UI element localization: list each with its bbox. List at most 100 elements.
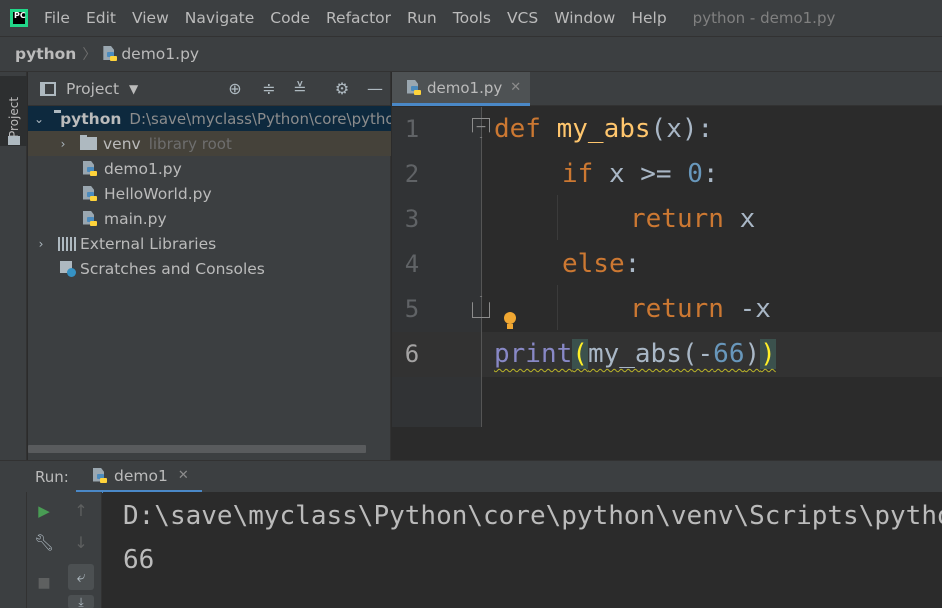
code-line-6: print(my_abs(-66)) [494,332,776,377]
python-file-icon [82,185,97,202]
run-console-output[interactable]: D:\save\myclass\Python\core\python\venv\… [103,492,942,608]
menu-code[interactable]: Code [262,9,318,27]
menu-help[interactable]: Help [623,9,674,27]
menu-view[interactable]: View [124,9,177,27]
console-line: 66 [123,545,155,575]
menu-navigate[interactable]: Navigate [177,9,263,27]
tree-item-scratches[interactable]: Scratches and Consoles [28,256,391,281]
line-number: 4 [404,250,420,278]
code-token-keyword: def [494,114,541,144]
wrench-icon[interactable]: 🔧︎ [33,532,55,554]
code-token-number: 66 [713,339,745,369]
tree-item-file[interactable]: main.py [28,206,391,231]
tree-file-label: main.py [104,209,167,228]
code-token-keyword: else [562,249,625,279]
chevron-down-icon[interactable]: ▼ [129,82,138,96]
minimize-icon[interactable]: — [366,80,384,98]
python-file-icon [82,160,97,177]
breadcrumb-project[interactable]: python [15,45,76,63]
menu-bar: PC File Edit View Navigate Code Refactor… [0,0,942,36]
menu-edit[interactable]: Edit [78,9,124,27]
tab-run-demo1[interactable]: demo1 ✕ [76,461,202,493]
close-icon[interactable]: ✕ [510,80,521,95]
up-arrow-icon[interactable]: ↑ [70,500,92,522]
tree-file-label: HelloWorld.py [104,184,212,203]
code-token-brace: ( [572,339,588,369]
code-token-function: my_abs [556,114,651,144]
line-number: 6 [404,340,420,368]
python-file-icon [92,467,107,484]
code-token-builtin: print [494,339,573,369]
left-tool-strip: Project [0,72,27,460]
editor-tab-label: demo1.py [427,78,503,97]
stop-icon[interactable]: ■ [33,572,55,594]
tree-item-root[interactable]: ⌄ python D:\save\myclass\Python\core\pyt… [28,106,391,131]
line-number: 5 [404,295,420,323]
libraries-icon [58,236,76,251]
menu-refactor[interactable]: Refactor [318,9,399,27]
chevron-down-icon[interactable]: ⌄ [34,112,44,126]
run-toolbar: ▶ ↑ 🔧︎ ↓ ■ ⤶ ⤓ [27,492,102,608]
expand-all-icon[interactable]: ≑ [260,80,278,98]
console-line: D:\save\myclass\Python\core\python\venv\… [123,501,942,531]
editor-empty-area[interactable] [392,427,942,460]
project-panel: Project ▼ ⊕ ≑ ≚ ⚙ — ⌄ python D:\save\myc… [28,72,391,460]
down-arrow-icon[interactable]: ↓ [70,532,92,554]
tree-item-file[interactable]: demo1.py [28,156,391,181]
code-token-text: : [624,249,641,279]
menu-vcs[interactable]: VCS [499,9,546,27]
tree-venv-tag: library root [148,134,232,153]
editor-tab-bar: demo1.py ✕ [392,72,942,106]
project-panel-title[interactable]: Project [66,80,119,98]
line-number: 2 [404,160,420,188]
chevron-right-icon[interactable]: › [56,137,70,151]
tree-venv-name: venv [103,134,141,153]
horizontal-scrollbar[interactable] [28,445,366,453]
folder-icon [80,135,97,150]
tree-scratches-label: Scratches and Consoles [80,259,265,278]
project-tool-window-button[interactable]: Project [0,76,27,146]
project-view-icon [40,81,56,96]
python-file-icon [82,210,97,227]
code-token-text: ) [744,339,761,369]
tree-external-libraries-label: External Libraries [80,234,217,253]
folder-icon [8,136,20,145]
project-tool-label: Project [7,96,21,138]
breadcrumb-file[interactable]: demo1.py [121,45,199,63]
gear-icon[interactable]: ⚙ [333,80,351,98]
run-left-strip [0,492,27,608]
menu-tools[interactable]: Tools [445,9,499,27]
code-line-3: return x [494,197,755,242]
app-icon-label: PC [14,11,26,20]
gutter-divider [481,107,482,427]
rerun-icon[interactable]: ▶ [33,500,55,522]
chevron-right-icon[interactable]: › [34,237,48,251]
soft-wrap-icon[interactable]: ⤶ [68,564,94,590]
collapse-all-icon[interactable]: ≚ [291,80,309,98]
tree-item-external-libraries[interactable]: › External Libraries [28,231,391,256]
close-icon[interactable]: ✕ [178,468,189,483]
code-token-text: x >= [593,159,688,189]
tree-item-venv[interactable]: › venv library root [28,131,391,156]
code-token-text: (x): [650,114,714,144]
tab-demo1[interactable]: demo1.py ✕ [392,72,530,106]
project-panel-header: Project ▼ ⊕ ≑ ≚ ⚙ — [28,72,391,106]
code-line-2: if x >= 0: [494,152,719,197]
tree-root-name: python [60,109,122,128]
code-line-1: def my_abs(x): [494,107,713,152]
tree-item-file[interactable]: HelloWorld.py [28,181,391,206]
line-number: 1 [404,115,420,143]
scratches-icon [60,260,76,277]
menu-window[interactable]: Window [546,9,623,27]
code-token-text: -x [723,294,771,324]
menu-file[interactable]: File [36,9,78,27]
tree-root-path: D:\save\myclass\Python\core\python [129,109,391,128]
locate-target-icon[interactable]: ⊕ [226,80,244,98]
run-tab-label: demo1 [114,466,168,485]
menu-run[interactable]: Run [399,9,445,27]
code-token-text: x [723,204,756,234]
scroll-to-end-icon[interactable]: ⤓ [68,595,94,608]
code-token-brace: ) [760,339,776,369]
code-token-keyword: return [630,204,724,234]
tree-file-label: demo1.py [104,159,182,178]
